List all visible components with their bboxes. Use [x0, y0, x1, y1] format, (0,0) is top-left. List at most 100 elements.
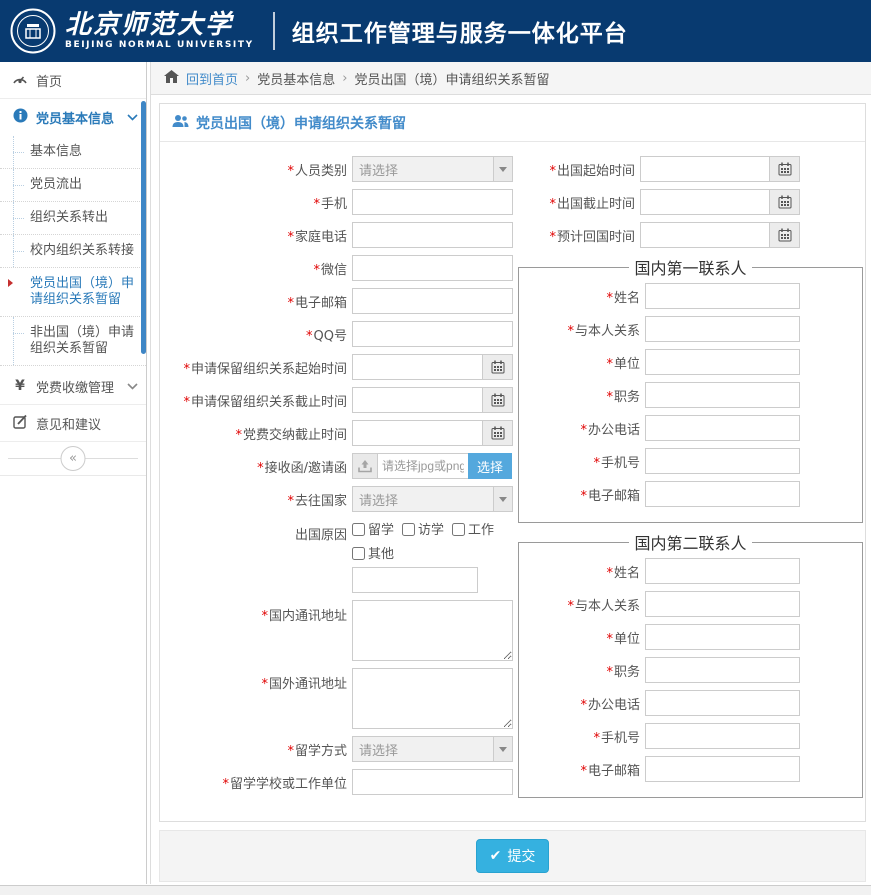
required-asterisk: * [235, 428, 242, 443]
text-input[interactable] [352, 769, 513, 795]
form-panel: 党员出国（境）申请组织关系暂留 *人员类别请选择*手机*家庭电话*微信*电子邮箱… [159, 103, 866, 822]
text-input[interactable] [645, 723, 800, 749]
field-row: *微信 [166, 255, 518, 281]
upload-icon-box [352, 453, 378, 479]
required-asterisk: * [580, 698, 587, 713]
field-label: *人员类别 [166, 160, 352, 179]
upload-filename-input[interactable] [378, 453, 468, 479]
field-label: *姓名 [519, 562, 645, 581]
field-label-text: 电子邮箱 [588, 489, 640, 504]
field-label-text: 国外通讯地址 [269, 677, 347, 692]
date-input[interactable] [640, 189, 770, 215]
text-input[interactable] [352, 288, 513, 314]
field-row: *职务 [519, 382, 862, 408]
field-row: *申请保留组织关系起始时间 [166, 354, 518, 380]
checkbox-option[interactable]: 留学 [352, 519, 394, 538]
date-input[interactable] [352, 387, 483, 413]
sidebar-scrollbar-thumb[interactable] [141, 101, 146, 354]
checkbox-input[interactable] [402, 523, 415, 536]
field-label: *电子邮箱 [519, 485, 645, 504]
required-asterisk: * [606, 566, 613, 581]
sidebar-submenu: 基本信息党员流出组织关系转出校内组织关系转接党员出国（境）申请组织关系暂留非出国… [0, 136, 146, 368]
text-input[interactable] [352, 255, 513, 281]
text-input[interactable] [645, 690, 800, 716]
sidebar-collapse-row: « [0, 442, 146, 476]
sidebar-item-home[interactable]: 首页 [0, 62, 146, 99]
field-row: *人员类别请选择 [166, 156, 518, 182]
select-input[interactable]: 请选择 [352, 486, 513, 512]
chevron-down-icon [127, 379, 138, 394]
field-label: *国内通讯地址 [166, 600, 352, 624]
text-input[interactable] [645, 382, 800, 408]
text-input[interactable] [645, 448, 800, 474]
textarea-input[interactable] [352, 668, 513, 729]
upload-choose-button[interactable]: 选择 [468, 453, 512, 479]
sidebar-submenu-item[interactable]: 基本信息 [0, 136, 146, 169]
text-input[interactable] [645, 349, 800, 375]
required-asterisk: * [287, 296, 294, 311]
checkbox-label: 访学 [418, 523, 444, 538]
text-input[interactable] [645, 756, 800, 782]
text-input[interactable] [645, 415, 800, 441]
date-input[interactable] [352, 420, 483, 446]
select-input[interactable]: 请选择 [352, 736, 513, 762]
breadcrumb: 回到首页 › 党员基本信息 › 党员出国（境）申请组织关系暂留 [151, 62, 871, 95]
calendar-button[interactable] [483, 420, 513, 446]
checkbox-option[interactable]: 访学 [402, 519, 444, 538]
field-label-text: 姓名 [614, 291, 640, 306]
text-input[interactable] [645, 316, 800, 342]
chevron-down-icon [127, 110, 138, 125]
sidebar-item-fee[interactable]: ¥ 党费收缴管理 [0, 368, 146, 405]
date-input[interactable] [640, 222, 770, 248]
text-input[interactable] [645, 283, 800, 309]
calendar-button[interactable] [483, 354, 513, 380]
field-label: *预计回国时间 [518, 226, 640, 245]
breadcrumb-home-link[interactable]: 回到首页 [186, 69, 238, 88]
field-label-text: 申请保留组织关系起始时间 [191, 362, 347, 377]
field-label-text: 办公电话 [588, 423, 640, 438]
submit-button[interactable]: ✔ 提交 [476, 839, 550, 873]
edit-icon [11, 414, 29, 433]
sidebar-submenu-item[interactable]: 组织关系转出 [0, 202, 146, 235]
sidebar-item-label: 意见和建议 [36, 414, 101, 433]
check-icon: ✔ [490, 848, 502, 864]
checkbox-option[interactable]: 工作 [452, 519, 494, 538]
sidebar-submenu-item[interactable]: 党员流出 [0, 169, 146, 202]
text-input[interactable] [645, 624, 800, 650]
field-label-text: 与本人关系 [575, 324, 640, 339]
textarea-input[interactable] [352, 600, 513, 661]
required-asterisk: * [549, 230, 556, 245]
sidebar-item-feedback[interactable]: 意见和建议 [0, 405, 146, 442]
checkbox-option[interactable]: 其他 [352, 543, 394, 562]
sidebar-item-member-info[interactable]: 党员基本信息 [0, 99, 146, 136]
required-asterisk: * [606, 357, 613, 372]
checkbox-input[interactable] [352, 547, 365, 560]
text-input[interactable] [352, 222, 513, 248]
date-input[interactable] [640, 156, 770, 182]
text-input[interactable] [645, 558, 800, 584]
select-input[interactable]: 请选择 [352, 156, 513, 182]
sidebar-submenu-item[interactable]: 非出国（境）申请组织关系暂留 [0, 317, 146, 366]
calendar-button[interactable] [770, 222, 800, 248]
date-input[interactable] [352, 354, 483, 380]
calendar-button[interactable] [770, 189, 800, 215]
other-reason-input[interactable] [352, 567, 478, 593]
text-input[interactable] [352, 321, 513, 347]
field-row: 出国原因留学访学工作其他 [166, 519, 518, 593]
checkbox-input[interactable] [452, 523, 465, 536]
app-header: 北京师范大学 BEIJING NORMAL UNIVERSITY 组织工作管理与… [0, 0, 871, 62]
form-right-column: *出国起始时间*出国截止时间*预计回国时间 国内第一联系人*姓名*与本人关系*单… [518, 156, 865, 805]
checkbox-input[interactable] [352, 523, 365, 536]
text-input[interactable] [645, 481, 800, 507]
calendar-button[interactable] [483, 387, 513, 413]
field-label: *接收函/邀请函 [166, 457, 352, 476]
field-label-text: 姓名 [614, 566, 640, 581]
calendar-button[interactable] [770, 156, 800, 182]
text-input[interactable] [352, 189, 513, 215]
field-label: *办公电话 [519, 694, 645, 713]
sidebar-submenu-item[interactable]: 校内组织关系转接 [0, 235, 146, 268]
text-input[interactable] [645, 657, 800, 683]
text-input[interactable] [645, 591, 800, 617]
sidebar-collapse-button[interactable]: « [61, 446, 86, 471]
sidebar-submenu-item[interactable]: 党员出国（境）申请组织关系暂留 [0, 268, 146, 317]
